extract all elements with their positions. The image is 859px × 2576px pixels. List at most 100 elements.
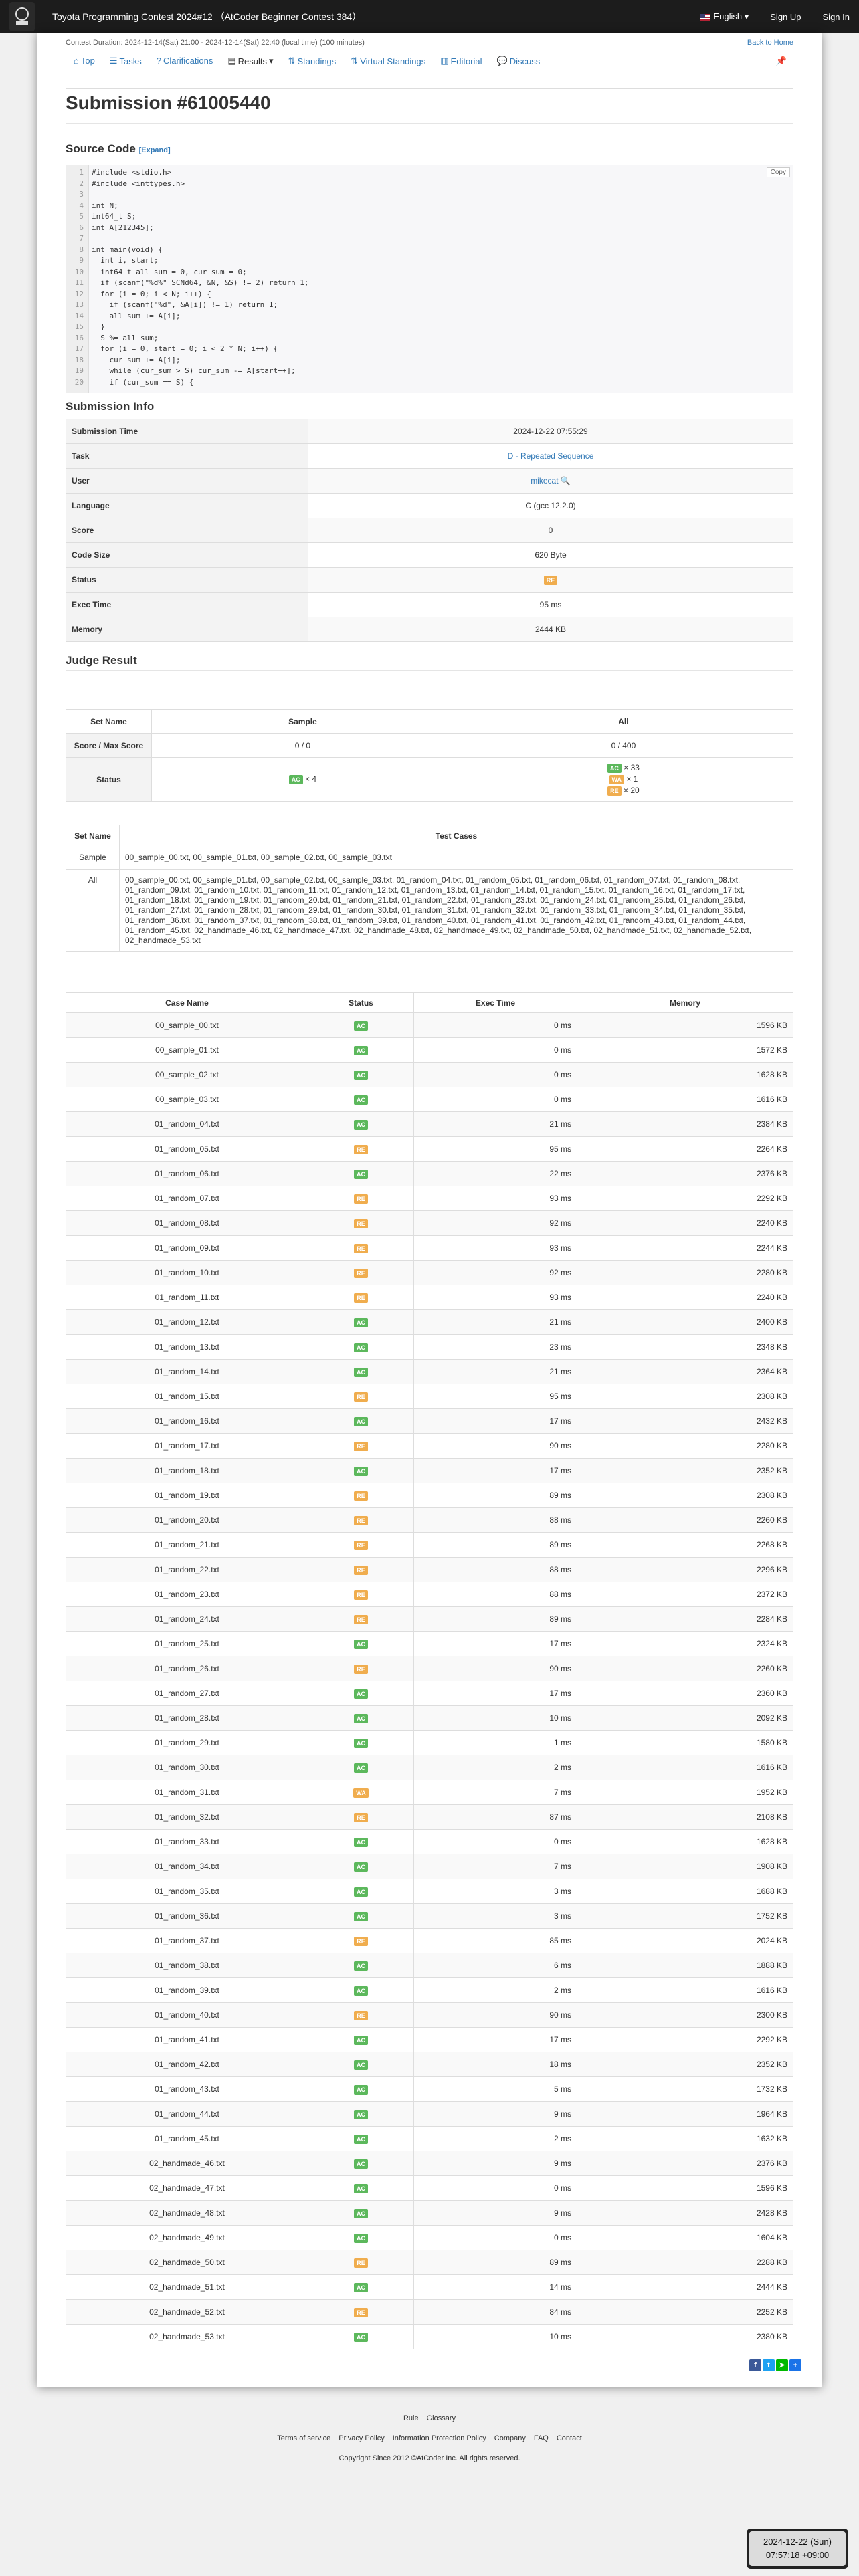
code-text: for (i = 0; i < N; i++) { [92, 289, 211, 298]
source-code-block[interactable]: Copy 1 #include <stdio.h> 2 #include <intty… [66, 165, 793, 393]
status-badge: AC [354, 1169, 368, 1179]
info-row: Submission Time 2024-12-22 07:55:29 [66, 419, 793, 444]
table-row: 01_random_24.txt RE 89 ms 2284 KB [66, 1606, 793, 1632]
telegram-share-icon[interactable]: ➤ [776, 2359, 788, 2371]
status-cell: AC [308, 1755, 414, 1780]
info-row: User mikecat 🔍 [66, 468, 793, 494]
table-row: 01_random_11.txt RE 93 ms 2240 KB [66, 1285, 793, 1310]
nav-top[interactable]: ⌂ Top [74, 56, 95, 66]
caret-down-icon: ▾ [269, 56, 274, 66]
sign-up-link[interactable]: Sign Up [770, 12, 801, 22]
footer-link[interactable]: Terms of service [277, 2434, 330, 2442]
status-cell: RE [308, 1433, 414, 1459]
info-row: Status RE [66, 567, 793, 593]
status-cell: AC [308, 1408, 414, 1434]
exec-time-cell: 21 ms [413, 1309, 577, 1335]
memory-cell: 2292 KB [577, 2027, 793, 2052]
copy-button[interactable]: Copy [766, 167, 790, 177]
table-row: 01_random_05.txt RE 95 ms 2264 KB [66, 1136, 793, 1162]
case-name-header: Case Name [66, 992, 308, 1013]
exec-time-cell: 17 ms [413, 1681, 577, 1706]
nav-standings[interactable]: ⇅ Standings [288, 56, 337, 66]
footer-link[interactable]: Contact [557, 2434, 582, 2442]
status-cell: AC [308, 1062, 414, 1087]
footer-link[interactable]: Company [494, 2434, 526, 2442]
us-flag-icon [700, 13, 711, 21]
home-icon: ⌂ [74, 56, 79, 66]
case-name-cell: 01_random_28.txt [66, 1705, 308, 1731]
nav-editorial[interactable]: ▥ Editorial [440, 56, 482, 66]
clock-date: 2024-12-22 (Sun) [763, 2537, 832, 2547]
pin-icon[interactable]: 📌 [776, 56, 787, 66]
memory-cell: 1752 KB [577, 1903, 793, 1929]
status-cell: AC [308, 1087, 414, 1112]
memory-cell: 1616 KB [577, 1087, 793, 1112]
footer-link[interactable]: Rule [403, 2414, 419, 2422]
memory-cell: 2252 KB [577, 2299, 793, 2325]
memory-cell: 2288 KB [577, 2250, 793, 2275]
code-text: int64_t all_sum = 0, cur_sum = 0; [92, 267, 247, 276]
expand-link[interactable]: [Expand] [139, 146, 171, 154]
sign-in-link[interactable]: Sign In [823, 12, 850, 22]
footer-link[interactable]: Privacy Policy [339, 2434, 384, 2442]
exec-time-cell: 14 ms [413, 2274, 577, 2300]
status-badge: RE [607, 786, 622, 796]
nav-discuss[interactable]: 💬 Discuss [497, 56, 541, 66]
footer-link[interactable]: Glossary [427, 2414, 456, 2422]
memory-cell: 2280 KB [577, 1433, 793, 1459]
status-cell: RE [308, 1532, 414, 1558]
info-row: Exec Time 95 ms [66, 592, 793, 617]
nav-tasks[interactable]: ☰ Tasks [110, 56, 142, 66]
search-icon[interactable]: 🔍 [559, 476, 571, 486]
status-cell: RE [308, 1606, 414, 1632]
nav-results[interactable]: ▤ Results ▾ [227, 56, 273, 66]
case-name-cell: 01_random_41.txt [66, 2027, 308, 2052]
status-badge: WA [353, 1788, 369, 1798]
status-cell: AC [308, 2027, 414, 2052]
status-cell: AC [308, 2274, 414, 2300]
table-row: 01_random_31.txt WA 7 ms 1952 KB [66, 1780, 793, 1805]
nav-virtual-standings[interactable]: ⇅ Virtual Standings [351, 56, 425, 66]
footer-link[interactable]: FAQ [534, 2434, 549, 2442]
more-share-icon[interactable]: + [789, 2359, 801, 2371]
status-cell: RE [308, 1210, 414, 1236]
status-badge: AC [288, 775, 303, 784]
status-badge: RE [354, 1590, 368, 1600]
info-value: 2024-12-22 07:55:29 [308, 419, 793, 444]
case-name-cell: 01_random_10.txt [66, 1260, 308, 1285]
info-value: RE [308, 567, 793, 593]
contest-title-link[interactable]: Toyota Programming Contest 2024#12 （AtCo… [52, 10, 361, 23]
line-number: 14 [74, 311, 84, 320]
footer: Rule Glossary Terms of service Privacy Pol… [0, 2414, 859, 2462]
submission-info-table: Submission Time 2024-12-22 07:55:29 Task D … [66, 419, 793, 642]
exec-time-cell: 0 ms [413, 1062, 577, 1087]
memory-cell: 1572 KB [577, 1037, 793, 1063]
status-header: Status [308, 992, 414, 1013]
memory-cell: 2428 KB [577, 2200, 793, 2226]
language-selector[interactable]: English ▾ [700, 11, 749, 22]
question-icon: ? [156, 56, 161, 66]
atcoder-logo[interactable] [9, 2, 35, 31]
status-badge: AC [607, 764, 622, 773]
footer-link[interactable]: Information Protection Policy [393, 2434, 486, 2442]
exec-time-cell: 92 ms [413, 1210, 577, 1236]
status-cell: AC [308, 1903, 414, 1929]
user-link[interactable]: mikecat [531, 476, 558, 486]
exec-time-cell: 0 ms [413, 1037, 577, 1063]
task-link[interactable]: D - Repeated Sequence [508, 451, 594, 461]
twitter-share-icon[interactable]: t [763, 2359, 775, 2371]
facebook-share-icon[interactable]: f [749, 2359, 761, 2371]
memory-cell: 2268 KB [577, 1532, 793, 1558]
status-cell: AC [308, 1953, 414, 1978]
table-row: 01_random_12.txt AC 21 ms 2400 KB [66, 1309, 793, 1335]
table-row: 00_sample_02.txt AC 0 ms 1628 KB [66, 1062, 793, 1087]
test-cases-cell: 00_sample_00.txt, 00_sample_01.txt, 00_s… [119, 847, 793, 870]
info-key: Status [66, 567, 308, 593]
exec-time-cell: 21 ms [413, 1359, 577, 1384]
case-name-cell: 01_random_27.txt [66, 1681, 308, 1706]
code-text: } [92, 322, 105, 331]
table-row: 01_random_19.txt RE 89 ms 2308 KB [66, 1483, 793, 1508]
back-home-link[interactable]: Back to Home [747, 39, 793, 47]
case-name-cell: 01_random_30.txt [66, 1755, 308, 1780]
nav-clarifications[interactable]: ? Clarifications [157, 56, 213, 66]
